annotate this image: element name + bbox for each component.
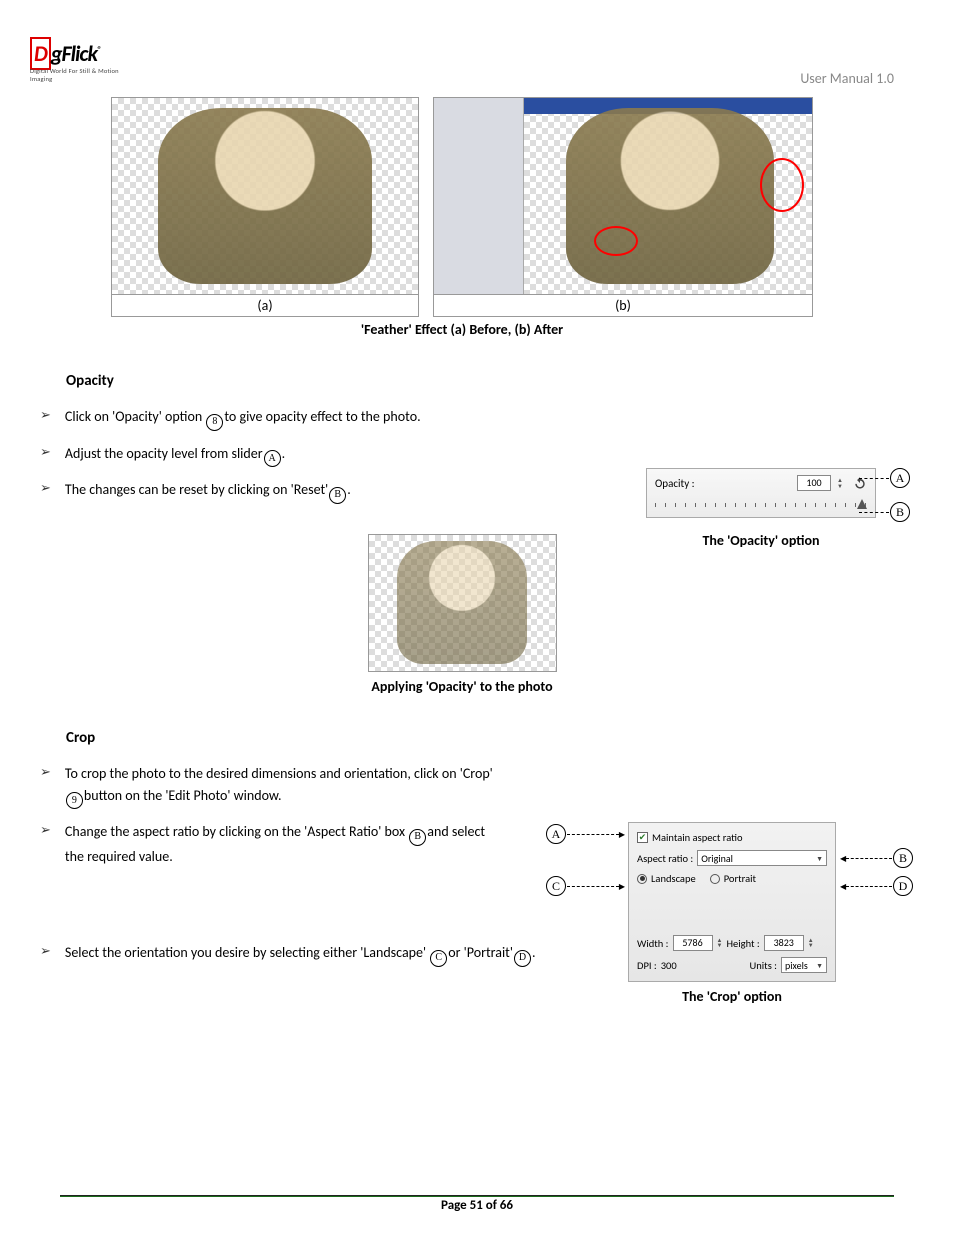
opacity-apply-caption: Applying 'Opacity' to the photo	[30, 678, 894, 695]
dpi-value: 300	[661, 959, 689, 972]
opacity-heading: Opacity	[66, 372, 894, 390]
feather-figure-row: (a) (b)	[30, 97, 894, 317]
feather-caption: 'Feather' Effect (a) Before, (b) After	[30, 321, 894, 338]
feather-after-label: (b)	[433, 295, 813, 317]
feather-before-label: (a)	[111, 295, 419, 317]
brand-name: DgFlick®	[30, 40, 140, 67]
manual-version: User Manual 1.0	[800, 70, 894, 87]
crop-panel: Maintain aspect ratio Aspect ratio : Ori…	[628, 822, 836, 982]
aspect-ratio-select[interactable]: Original▼	[697, 850, 827, 866]
landscape-label: Landscape	[651, 872, 696, 885]
marker-d-crop: D	[840, 876, 914, 896]
opacity-panel: Opacity : 100 ▲▼	[646, 468, 876, 518]
opacity-apply-figure: Applying 'Opacity' to the photo	[30, 534, 894, 695]
height-spinner[interactable]: ▲▼	[808, 938, 814, 948]
brand-logo: DgFlick® Digital World For Still & Motio…	[30, 40, 140, 83]
circled-9: 9	[66, 792, 83, 809]
maintain-aspect-checkbox[interactable]	[637, 832, 648, 843]
portrait-radio[interactable]	[710, 874, 720, 884]
opacity-bullet-1: Click on 'Opacity' option 8to give opaci…	[40, 406, 894, 431]
crop-bullet-1: To crop the photo to the desired dimensi…	[40, 763, 894, 810]
circled-d: D	[514, 950, 531, 967]
feather-after-image	[433, 97, 813, 295]
opacity-label: Opacity :	[655, 477, 791, 490]
units-select[interactable]: pixels▼	[781, 957, 827, 973]
circled-a: A	[264, 450, 281, 467]
feather-before-cell: (a)	[111, 97, 419, 317]
opacity-panel-caption: The 'Opacity' option	[646, 532, 876, 549]
height-label: Height :	[726, 937, 759, 950]
page-number: Page 51 of 66	[441, 1198, 513, 1213]
maintain-aspect-label: Maintain aspect ratio	[652, 831, 743, 844]
marker-a-crop: A	[545, 824, 625, 844]
marker-b: B	[859, 502, 911, 522]
marker-b-crop: B	[840, 848, 914, 868]
dpi-label: DPI :	[637, 959, 657, 972]
width-spinner[interactable]: ▲▼	[717, 938, 723, 948]
circled-c: C	[430, 950, 447, 967]
opacity-slider[interactable]	[655, 499, 867, 511]
landscape-radio[interactable]	[637, 874, 647, 884]
marker-c-crop: C	[545, 876, 625, 896]
page-header: DgFlick® Digital World For Still & Motio…	[30, 40, 894, 87]
portrait-label: Portrait	[724, 872, 756, 885]
opacity-applied-image	[368, 534, 557, 672]
red-circle-annotation	[760, 158, 804, 212]
opacity-spinner[interactable]: ▲▼	[837, 477, 847, 489]
crop-panel-caption: The 'Crop' option	[628, 988, 836, 1005]
crop-heading: Crop	[66, 729, 894, 747]
feather-after-cell: (b)	[433, 97, 813, 317]
brand-tagline: Digital World For Still & Motion Imaging	[30, 67, 140, 83]
feather-before-image	[111, 97, 419, 295]
aspect-ratio-label: Aspect ratio :	[637, 852, 693, 865]
circled-b: B	[409, 829, 426, 846]
width-label: Width :	[637, 937, 669, 950]
circled-8: 8	[206, 414, 223, 431]
page-footer: Page 51 of 66	[60, 1195, 894, 1213]
units-label: Units :	[750, 959, 777, 972]
opacity-value-input[interactable]: 100	[797, 475, 831, 491]
width-input[interactable]: 5786	[673, 935, 713, 951]
marker-a: A	[859, 468, 911, 488]
opacity-bullet-2: Adjust the opacity level from sliderA.	[40, 443, 894, 468]
height-input[interactable]: 3823	[764, 935, 804, 951]
red-circle-annotation	[594, 226, 638, 256]
circled-b: B	[329, 487, 346, 504]
